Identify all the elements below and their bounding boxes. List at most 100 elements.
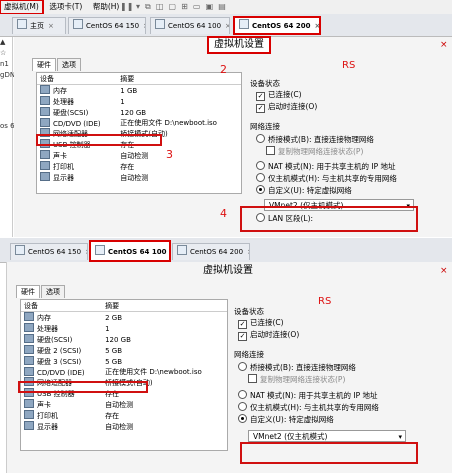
menu-bar: 虚拟机(M) 选项卡(T) 帮助(H) — [0, 0, 452, 15]
library-item[interactable]: gDNS — [0, 70, 20, 81]
device-row[interactable]: 打印机 存在 — [37, 161, 241, 172]
library-item[interactable]: n1 — [0, 59, 12, 70]
device-row[interactable]: 打印机 存在 — [21, 410, 227, 421]
tab-hardware[interactable]: 硬件 — [32, 58, 56, 71]
close-icon[interactable]: × — [225, 22, 229, 30]
device-row[interactable]: 内存 2 GB — [21, 312, 227, 324]
nat-radio[interactable]: NAT 模式(N): 用于共享主机的 IP 地址 — [250, 161, 440, 173]
custom-radio[interactable]: 自定义(U): 特定虚拟网络 — [250, 185, 440, 197]
device-summary: 自动检测 — [105, 400, 134, 409]
tab-hardware[interactable]: 硬件 — [16, 285, 40, 298]
menu-help[interactable]: 帮助(H) — [89, 0, 124, 14]
device-row[interactable]: 声卡 自动检测 — [37, 150, 241, 161]
library-strip: ▲ ☆ n1 gDNS os 64 B — [0, 37, 26, 237]
device-row[interactable]: 内存 1 GB — [37, 85, 241, 97]
tab-options[interactable]: 选项 — [57, 58, 81, 71]
device-status-label: 设备状态 — [250, 79, 280, 88]
tab-bar: 主页× CentOS 64 150× CentOS 64 100× CentOS… — [0, 14, 452, 37]
device-name: 硬盘(SCSI) — [37, 107, 117, 118]
tab-centos-150[interactable]: CentOS 64 150× — [68, 17, 146, 34]
bridged-radio[interactable]: 桥接模式(B): 直接连接物理网络 — [234, 362, 434, 374]
library-item[interactable]: ☆ — [0, 48, 12, 59]
menu-vm[interactable]: 虚拟机(M) — [0, 0, 44, 15]
tab-options[interactable]: 选项 — [41, 285, 65, 298]
device-row[interactable]: CD/DVD (IDE) 正在使用文件 D:\newboot.iso — [37, 118, 241, 128]
replicate-state-checkbox[interactable]: 复制物理网络连接状态(P) — [234, 374, 434, 386]
device-summary: 正在使用文件 D:\newboot.iso — [105, 368, 202, 376]
device-row[interactable]: 硬盘 2 (SCSI) 5 GB — [21, 345, 227, 356]
host-only-radio[interactable]: 仅主机模式(H): 与主机共享的专用网络 — [234, 402, 434, 414]
device-row[interactable]: 声卡 自动检测 — [21, 399, 227, 410]
custom-radio[interactable]: 自定义(U): 特定虚拟网络 — [234, 414, 434, 426]
menu-tabs[interactable]: 选项卡(T) — [45, 0, 86, 14]
vm-icon — [239, 19, 249, 29]
checkbox-icon — [248, 374, 257, 383]
toolbar-icons[interactable]: ❚❚ ▾ ⧉ ◫ ▢ ⊞ ▭ ▣ ▤ — [120, 2, 226, 12]
device-name: CD/DVD (IDE) — [37, 118, 117, 128]
device-name: 处理器 — [37, 96, 117, 107]
connect-at-power-on-checkbox[interactable]: ✓ 启动时连接(O) — [234, 329, 434, 341]
device-summary: 1 — [105, 324, 110, 333]
device-icon — [40, 85, 50, 94]
tab-centos-150[interactable]: CentOS 64 150× — [10, 243, 88, 260]
connected-checkbox[interactable]: ✓ 已连接(C) — [250, 89, 440, 101]
device-name: 打印机 — [37, 161, 117, 172]
device-row[interactable]: 硬盘 3 (SCSI) 5 GB — [21, 356, 227, 367]
device-summary: 1 — [120, 97, 125, 106]
tab-home[interactable]: 主页 × — [12, 17, 66, 34]
network-connection-label: 网络连接 — [250, 122, 280, 131]
tab-centos-200[interactable]: CentOS 64 200× — [172, 243, 250, 260]
checkbox-icon: ✓ — [256, 104, 265, 113]
device-label: 内存 — [37, 314, 51, 322]
device-icon — [40, 161, 50, 170]
highlight-network-adapter — [18, 381, 148, 393]
annotation-2: 2 — [220, 63, 227, 76]
device-label: 打印机 — [53, 163, 74, 171]
device-list: 设备 摘要 内存 2 GB 处理器 1 硬盘(SCSI) 120 GB 硬盘 2 (SCSI… — [20, 299, 228, 451]
connected-checkbox[interactable]: ✓ 已连接(C) — [234, 317, 434, 329]
device-name: 处理器 — [21, 323, 102, 334]
close-icon[interactable]: × — [247, 248, 249, 256]
radio-icon — [256, 173, 265, 182]
device-icon — [40, 118, 50, 127]
host-only-radio[interactable]: 仅主机模式(H): 与主机共享的专用网络 — [250, 173, 440, 185]
device-row[interactable]: CD/DVD (IDE) 正在使用文件 D:\newboot.iso — [21, 367, 227, 377]
vmnet-select[interactable]: VMnet2 (仅主机模式) ▾ — [248, 430, 406, 442]
checkbox-icon: ✓ — [238, 332, 247, 341]
device-summary: 120 GB — [120, 108, 147, 117]
connect-at-power-on-checkbox[interactable]: ✓ 启动时连接(O) — [250, 101, 440, 113]
dialog-title: 虚拟机设置 — [203, 265, 253, 276]
device-summary: 存在 — [105, 411, 120, 420]
tab-centos-100[interactable]: CentOS 64 100× — [89, 240, 171, 262]
library-item[interactable]: os 64 B — [0, 121, 26, 132]
close-icon[interactable]: × — [314, 22, 319, 30]
nat-radio[interactable]: NAT 模式(N): 用于共享主机的 IP 地址 — [234, 390, 434, 402]
close-icon[interactable]: × — [85, 248, 87, 256]
annotation-4: 4 — [220, 207, 227, 220]
device-label: 打印机 — [37, 412, 58, 420]
tab-centos-100[interactable]: CentOS 64 100× — [150, 17, 230, 34]
close-icon[interactable]: × — [48, 22, 54, 30]
device-row[interactable]: 显示器 自动检测 — [21, 421, 227, 432]
device-icon — [24, 312, 34, 321]
device-row[interactable]: 硬盘(SCSI) 120 GB — [37, 107, 241, 118]
device-row[interactable]: 硬盘(SCSI) 120 GB — [21, 334, 227, 345]
device-name: 内存 — [21, 312, 102, 324]
device-label: 硬盘(SCSI) — [53, 109, 89, 117]
device-label: 声卡 — [53, 152, 67, 160]
tab-centos-200[interactable]: CentOS 64 200× — [233, 16, 321, 35]
close-icon[interactable]: × — [440, 266, 448, 276]
device-name: 声卡 — [37, 150, 117, 161]
device-name: CD/DVD (IDE) — [21, 367, 102, 377]
radio-icon — [256, 134, 265, 143]
close-icon[interactable]: × — [143, 22, 145, 30]
library-item[interactable]: ▲ — [0, 37, 12, 48]
replicate-state-checkbox[interactable]: 复制物理网络连接状态(P) — [250, 146, 440, 158]
table-header: 设备 摘要 — [37, 73, 241, 85]
device-row[interactable]: 处理器 1 — [21, 323, 227, 334]
bridged-radio[interactable]: 桥接模式(B): 直接连接物理网络 — [250, 134, 440, 146]
device-row[interactable]: 显示器 自动检测 — [37, 172, 241, 183]
close-icon[interactable]: × — [440, 40, 448, 50]
device-row[interactable]: 处理器 1 — [37, 96, 241, 107]
device-label: CD/DVD (IDE) — [37, 369, 85, 377]
